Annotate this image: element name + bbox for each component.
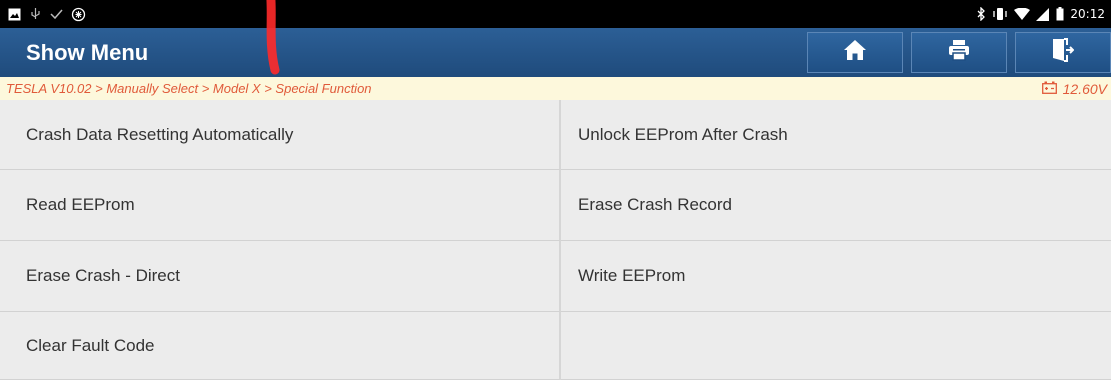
menu-item-clear-fault-code[interactable]: Clear Fault Code <box>0 312 561 380</box>
menu-item-unlock-eeprom[interactable]: Unlock EEProm After Crash <box>561 100 1111 170</box>
menu-item-write-eeprom[interactable]: Write EEProm <box>561 241 1111 312</box>
status-bar-left <box>8 6 86 22</box>
menu-item-label: Write EEProm <box>578 266 686 285</box>
status-bar-right: 20:12 <box>976 6 1105 22</box>
signal-icon <box>1036 6 1050 22</box>
breadcrumb-bar: TESLA V10.02 > Manually Select > Model X… <box>0 77 1111 100</box>
home-button[interactable] <box>807 32 903 73</box>
usb-icon <box>29 6 42 22</box>
bug-icon <box>71 6 86 22</box>
print-icon <box>948 39 970 66</box>
vibrate-icon <box>992 6 1008 22</box>
menu-item-label: Read EEProm <box>26 195 135 214</box>
menu-item-label: Erase Crash - Direct <box>26 266 180 285</box>
menu-item-crash-data-resetting[interactable]: Crash Data Resetting Automatically <box>0 100 561 170</box>
function-menu: Crash Data Resetting Automatically Unloc… <box>0 100 1111 380</box>
voltage-value: 12.60V <box>1062 80 1107 97</box>
menu-item-label: Unlock EEProm After Crash <box>578 124 788 144</box>
battery-voltage-icon <box>1041 81 1057 97</box>
menu-item-erase-crash-direct[interactable]: Erase Crash - Direct <box>0 241 561 312</box>
bluetooth-icon <box>976 6 986 22</box>
menu-item-label: Erase Crash Record <box>578 195 733 214</box>
exit-button[interactable] <box>1015 32 1111 73</box>
menu-item-label: Clear Fault Code <box>26 335 155 355</box>
menu-item-empty <box>561 312 1111 380</box>
wifi-icon <box>1014 6 1031 22</box>
breadcrumb: TESLA V10.02 > Manually Select > Model X… <box>6 81 372 96</box>
print-button[interactable] <box>911 32 1007 73</box>
header-bar: Show Menu <box>0 28 1111 77</box>
battery-icon <box>1056 6 1064 22</box>
voltage-indicator: 12.60V <box>1041 80 1107 97</box>
home-icon <box>843 39 867 66</box>
status-time: 20:12 <box>1070 7 1105 21</box>
check-icon <box>50 6 63 22</box>
page-title: Show Menu <box>26 39 149 65</box>
exit-icon <box>1052 38 1075 67</box>
image-icon <box>8 6 21 22</box>
menu-item-read-eeprom[interactable]: Read EEProm <box>0 170 561 241</box>
menu-item-erase-crash-record[interactable]: Erase Crash Record <box>561 170 1111 241</box>
menu-item-label: Crash Data Resetting Automatically <box>26 124 294 144</box>
status-bar: 20:12 <box>0 0 1111 28</box>
